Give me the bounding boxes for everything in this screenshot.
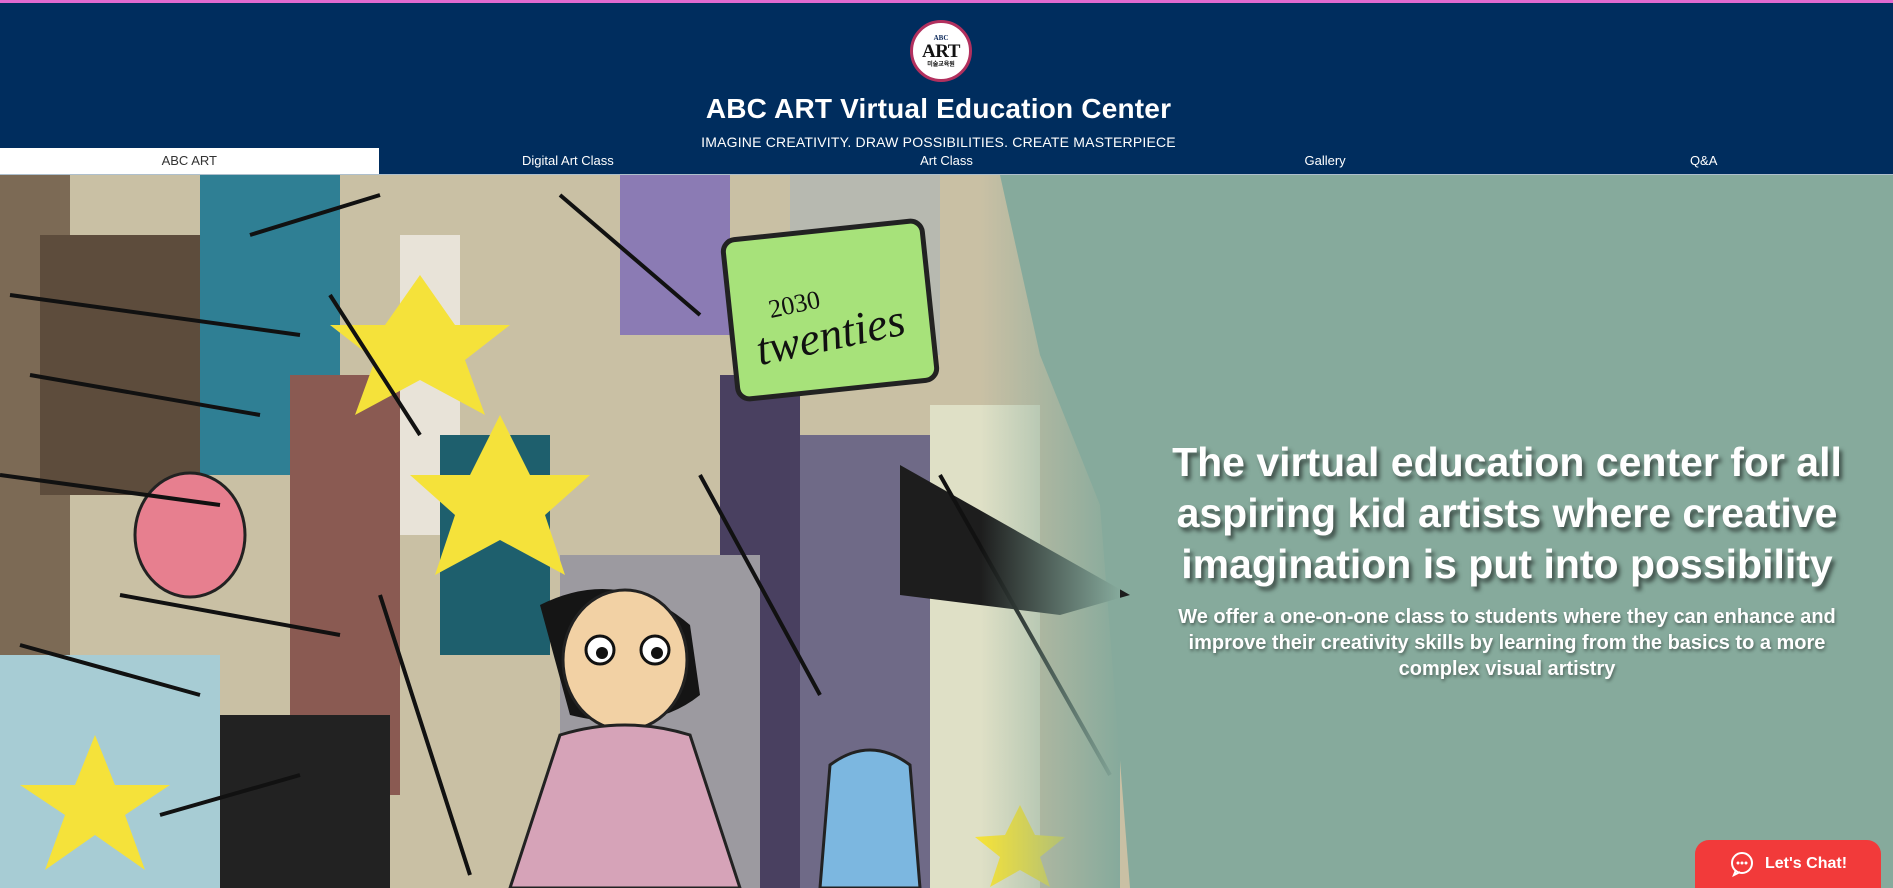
nav-item-qna[interactable]: Q&A [1514,148,1893,174]
logo-main-text: ART [922,40,960,62]
chat-label: Let's Chat! [1764,855,1848,872]
nav-item-gallery[interactable]: Gallery [1136,148,1515,174]
building-shape [620,175,730,335]
logo-korean-text: 미술교육원 [927,61,955,68]
girl-pupil-shape [596,647,608,659]
site-title: ABC ART Virtual Education Center [705,93,1172,124]
chat-bubble-icon [1730,852,1753,877]
hero-text-block: The virtual education center for all asp… [1147,437,1867,682]
nav-item-abc-art[interactable]: ABC ART [0,148,379,174]
lets-chat-button[interactable]: Let's Chat! [1695,840,1881,888]
building-shape [40,235,200,495]
main-nav: ABC ART Digital Art Class Art Class Gall… [0,148,1893,174]
hero-subtext: We offer a one-on-one class to students … [1178,606,1836,680]
trash-can-shape [818,748,922,888]
site-logo[interactable]: ABC ART 미술교육원 [910,20,972,82]
hero-headline: The virtual education center for all asp… [1172,439,1842,587]
girl-pupil-shape [651,647,663,659]
hero-section: 2030 twenties The virtual education cent… [0,175,1893,888]
illustration-fade [980,175,1120,888]
nav-item-digital-art-class[interactable]: Digital Art Class [379,148,758,174]
lantern-shape [133,471,247,599]
girl-face-shape [561,588,689,732]
nav-item-art-class[interactable]: Art Class [757,148,1136,174]
building-shape [220,715,390,888]
